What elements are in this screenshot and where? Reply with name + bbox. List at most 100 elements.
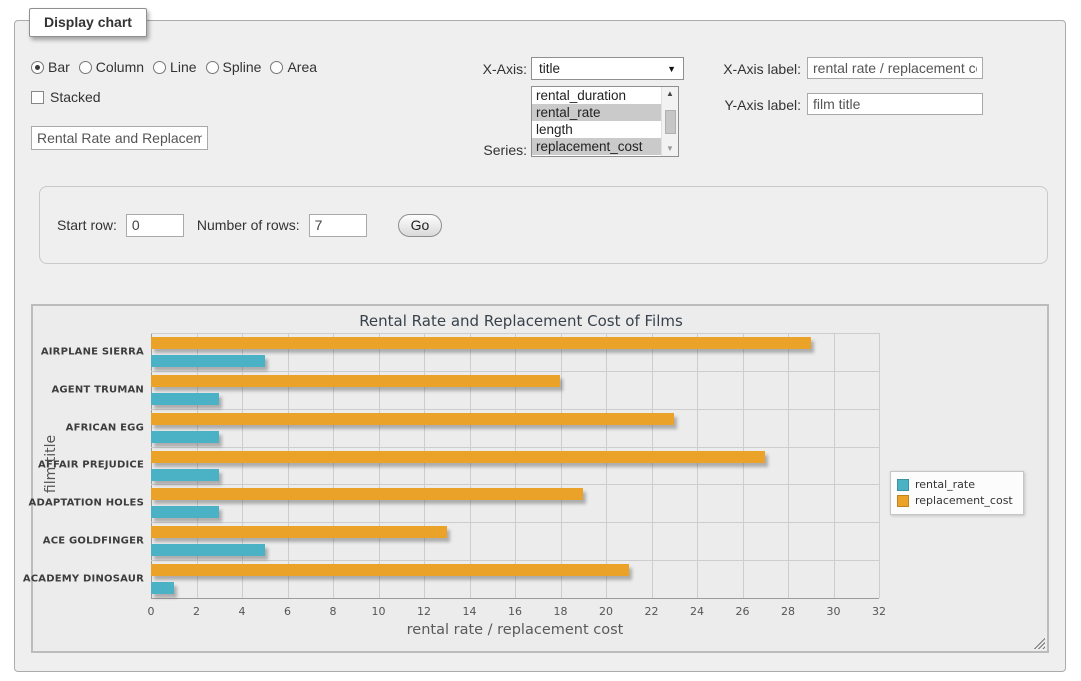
legend-item-replacement_cost: replacement_cost: [897, 493, 1013, 509]
radio-label: Area: [287, 59, 317, 75]
radio-label: Spline: [223, 59, 262, 75]
x-tick-label: 32: [872, 605, 886, 618]
chart-type-radio-group: Bar Column Line Spline Area: [31, 59, 317, 75]
chart-plot-area: 02468101214161820222426283032AIRPLANE SI…: [151, 333, 879, 598]
series-option-rental_duration[interactable]: rental_duration: [532, 87, 661, 104]
x-axis-label-input[interactable]: [807, 57, 983, 79]
y-axis-label-input[interactable]: [807, 93, 983, 115]
stacked-checkbox-row[interactable]: Stacked: [31, 89, 101, 105]
radio-label: Column: [96, 59, 144, 75]
bar-row: ACE GOLDFINGER: [151, 522, 879, 560]
x-tick-label: 24: [690, 605, 704, 618]
bar-replacement_cost: [151, 375, 560, 387]
display-chart-panel: Display chart BarColumnLineSplineArea St…: [14, 20, 1066, 672]
chart-title-input[interactable]: [31, 126, 208, 150]
x-tick-label: 4: [239, 605, 246, 618]
bar-replacement_cost: [151, 488, 583, 500]
resize-handle-icon[interactable]: [1033, 637, 1045, 649]
category-label: ACADEMY DINOSAUR: [0, 574, 144, 585]
chart-type-radio-column[interactable]: Column: [79, 59, 144, 75]
category-label: AGENT TRUMAN: [0, 384, 144, 395]
row-range-box: Start row: Number of rows: Go: [39, 186, 1048, 264]
series-option-replacement_cost[interactable]: replacement_cost: [532, 138, 661, 155]
scroll-down-icon[interactable]: ▼: [666, 144, 674, 154]
bar-replacement_cost: [151, 451, 765, 463]
category-label: AIRPLANE SIERRA: [0, 346, 144, 357]
series-multiselect[interactable]: rental_durationrental_ratelengthreplacem…: [531, 86, 679, 157]
series-option-length[interactable]: length: [532, 121, 661, 138]
x-tick-label: 20: [599, 605, 613, 618]
bar-rental_rate: [151, 393, 219, 405]
x-tick-label: 22: [645, 605, 659, 618]
x-tick-label: 26: [736, 605, 750, 618]
legend-label: replacement_cost: [915, 493, 1013, 509]
x-axis-select[interactable]: title ▼: [531, 57, 684, 80]
x-tick-label: 28: [781, 605, 795, 618]
stacked-label: Stacked: [50, 89, 101, 105]
radio-icon[interactable]: [270, 61, 283, 74]
x-tick-label: 8: [330, 605, 337, 618]
bar-rental_rate: [151, 469, 219, 481]
x-axis-field-label: X-Axis:: [435, 61, 527, 77]
x-tick-label: 10: [372, 605, 386, 618]
radio-icon[interactable]: [79, 61, 92, 74]
bar-rental_rate: [151, 431, 219, 443]
gridline-vertical: [879, 333, 880, 598]
series-options: rental_durationrental_ratelengthreplacem…: [532, 87, 661, 156]
chart-type-radio-area[interactable]: Area: [270, 59, 317, 75]
bar-rental_rate: [151, 506, 219, 518]
bar-rental_rate: [151, 544, 265, 556]
series-field-label: Series:: [435, 142, 527, 158]
radio-label: Line: [170, 59, 196, 75]
bar-row: AIRPLANE SIERRA: [151, 333, 879, 371]
legend-item-rental_rate: rental_rate: [897, 477, 1013, 493]
radio-icon[interactable]: [153, 61, 166, 74]
bar-rental_rate: [151, 355, 265, 367]
bar-row: AFRICAN EGG: [151, 409, 879, 447]
series-option-rental_rate[interactable]: rental_rate: [532, 104, 661, 121]
chevron-down-icon: ▼: [667, 64, 676, 74]
gridline-horizontal: [151, 598, 879, 599]
category-label: AFFAIR PREJUDICE: [0, 460, 144, 471]
x-axis-label-field-label: X-Axis label:: [705, 61, 801, 77]
category-label: ADAPTATION HOLES: [0, 498, 144, 509]
bar-row: AGENT TRUMAN: [151, 371, 879, 409]
radio-icon[interactable]: [206, 61, 219, 74]
num-rows-input[interactable]: [309, 214, 367, 237]
x-tick-label: 18: [554, 605, 568, 618]
chart-type-radio-bar[interactable]: Bar: [31, 59, 70, 75]
scrollbar-thumb[interactable]: [665, 110, 676, 134]
bar-row: ADAPTATION HOLES: [151, 484, 879, 522]
x-tick-label: 2: [193, 605, 200, 618]
y-axis-label-field-label: Y-Axis label:: [705, 97, 801, 113]
category-label: AFRICAN EGG: [0, 422, 144, 433]
x-tick-label: 12: [417, 605, 431, 618]
x-tick-label: 30: [827, 605, 841, 618]
x-tick-label: 14: [463, 605, 477, 618]
x-tick-label: 6: [284, 605, 291, 618]
start-row-input[interactable]: [126, 214, 184, 237]
category-label: ACE GOLDFINGER: [0, 536, 144, 547]
legend-label: rental_rate: [915, 477, 975, 493]
chart-type-radio-line[interactable]: Line: [153, 59, 196, 75]
bar-replacement_cost: [151, 526, 447, 538]
bar-row: ACADEMY DINOSAUR: [151, 560, 879, 598]
bar-replacement_cost: [151, 413, 674, 425]
x-tick-label: 16: [508, 605, 522, 618]
chart-legend: rental_ratereplacement_cost: [890, 471, 1024, 515]
num-rows-label: Number of rows:: [197, 217, 300, 233]
series-scrollbar[interactable]: ▲ ▼: [661, 87, 678, 156]
go-button[interactable]: Go: [398, 214, 443, 237]
panel-legend: Display chart: [29, 8, 147, 37]
legend-swatch-icon: [897, 479, 909, 491]
chart-x-axis-label: rental rate / replacement cost: [151, 622, 879, 638]
x-axis-selected-value: title: [539, 61, 560, 76]
chart-title: Rental Rate and Replacement Cost of Film…: [33, 312, 1009, 330]
page: { "panel": { "legend": "Display chart" }…: [0, 0, 1081, 681]
start-row-label: Start row:: [57, 217, 117, 233]
scroll-up-icon[interactable]: ▲: [666, 89, 674, 99]
chart-type-radio-spline[interactable]: Spline: [206, 59, 262, 75]
radio-icon[interactable]: [31, 61, 44, 74]
radio-label: Bar: [48, 59, 70, 75]
stacked-checkbox[interactable]: [31, 91, 44, 104]
